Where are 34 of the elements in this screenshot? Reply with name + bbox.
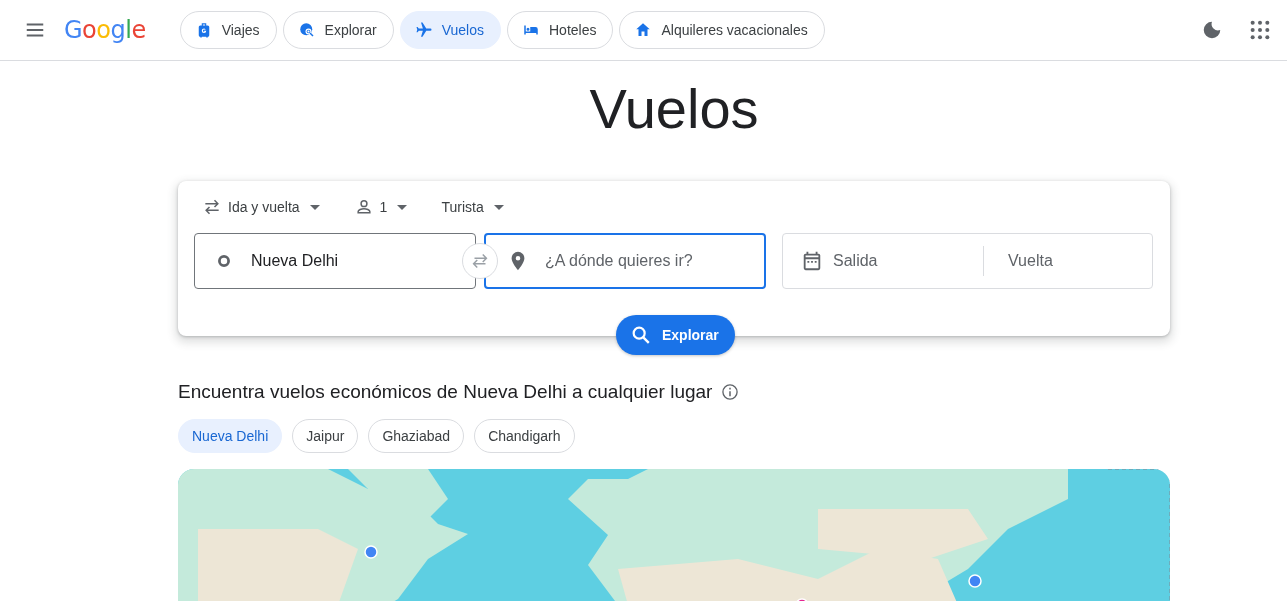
logo[interactable]: Google (64, 16, 146, 44)
caret-icon (309, 204, 320, 210)
caret-icon (493, 204, 504, 210)
cabin-class-dropdown[interactable]: Turista (433, 197, 516, 217)
swap-arrows-icon (202, 197, 222, 217)
search-icon (630, 324, 652, 346)
page-title: Vuelos (588, 76, 760, 142)
city-chip[interactable]: Ghaziabad (368, 419, 465, 453)
info-icon[interactable] (720, 382, 741, 402)
explore-button[interactable]: Explorar (616, 315, 735, 355)
city-chip[interactable]: Jaipur (292, 419, 359, 453)
apps-icon[interactable] (1249, 19, 1271, 41)
destination-input[interactable]: ¿A dónde quieres ir? (543, 251, 748, 271)
nav-tab[interactable]: Alquileres vacacionales (619, 11, 825, 49)
nav-tab[interactable]: Viajes (179, 11, 277, 49)
caret-icon (397, 204, 408, 210)
calendar-icon (801, 250, 823, 272)
city-chip[interactable]: Chandigarh (474, 419, 575, 453)
nav-tab[interactable]: Hoteles (507, 11, 614, 49)
trip-type-dropdown[interactable]: Ida y vuelta (194, 195, 332, 219)
departure-date-field[interactable]: Salida (831, 251, 975, 271)
origin-input[interactable]: Nueva Delhi (249, 251, 459, 271)
globe-search-icon (297, 21, 316, 39)
swap-button[interactable] (462, 243, 498, 279)
city-chip[interactable]: Nueva Delhi (178, 419, 283, 453)
return-date-field[interactable]: Vuelta (1006, 251, 1150, 271)
origin-field[interactable]: Nueva Delhi (194, 233, 476, 289)
section-heading: Encuentra vuelos económicos de Nueva Delhi a cualquier lugar (178, 381, 713, 403)
moon-icon[interactable] (1201, 19, 1223, 41)
nav-tab[interactable]: Vuelos (399, 11, 501, 49)
nav-tab[interactable]: Explorar (282, 11, 394, 49)
passengers-dropdown[interactable]: 1 (345, 195, 420, 219)
airplane-icon (414, 21, 433, 39)
destination-field[interactable]: ¿A dónde quieres ir? (484, 233, 766, 289)
